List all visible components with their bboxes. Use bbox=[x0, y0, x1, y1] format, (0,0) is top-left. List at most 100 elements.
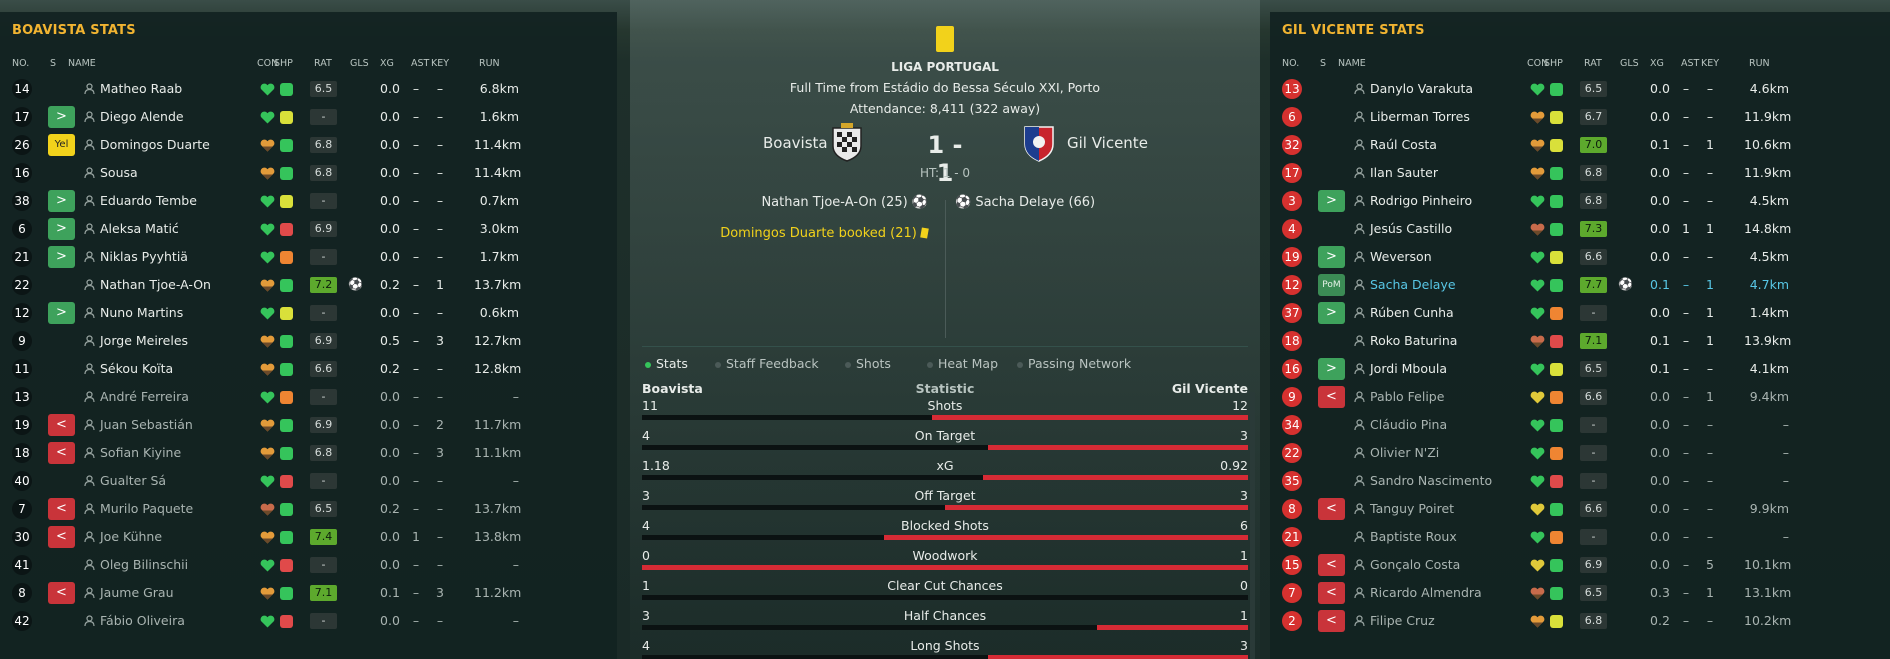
player-name[interactable]: Gonçalo Costa bbox=[1370, 557, 1460, 572]
player-name[interactable]: Fábio Oliveira bbox=[100, 613, 185, 628]
player-name[interactable]: Filipe Cruz bbox=[1370, 613, 1435, 628]
table-row[interactable]: 21 > Niklas Pyyhtiä -0.0– –1.7km bbox=[0, 243, 617, 271]
table-row[interactable]: 41 Oleg Bilinschii -0.0– – – bbox=[0, 551, 617, 579]
column-header[interactable]: SHP bbox=[274, 58, 293, 69]
table-row[interactable]: 9 < Pablo Felipe 6.6 0.0– 1 9.4km bbox=[1270, 383, 1890, 411]
player-name[interactable]: Nuno Martins bbox=[100, 305, 183, 320]
player-name[interactable]: Aleksa Matić bbox=[100, 221, 179, 236]
player-name[interactable]: Jorge Meireles bbox=[100, 333, 188, 348]
tab-passing-network[interactable]: Passing Network bbox=[1017, 356, 1131, 371]
table-row[interactable]: 26 Yel Domingos Duarte 6.8 0.0– –11.4km bbox=[0, 131, 617, 159]
gil-vicente-crest-icon[interactable] bbox=[1022, 122, 1056, 162]
table-row[interactable]: 34 Cláudio Pina -0.0– – – bbox=[1270, 411, 1890, 439]
player-name[interactable]: Rúben Cunha bbox=[1370, 305, 1454, 320]
table-row[interactable]: 2 < Filipe Cruz 6.8 0.2– –10.2km bbox=[1270, 607, 1890, 635]
player-name[interactable]: Eduardo Tembe bbox=[100, 193, 197, 208]
player-name[interactable]: Joe Kühne bbox=[100, 529, 162, 544]
player-name[interactable]: Weverson bbox=[1370, 249, 1432, 264]
player-name[interactable]: Gualter Sá bbox=[100, 473, 166, 488]
table-row[interactable]: 11 Sékou Koïta 6.6 0.2– –12.8km bbox=[0, 355, 617, 383]
table-row[interactable]: 17 Ilan Sauter 6.8 0.0– –11.9km bbox=[1270, 159, 1890, 187]
table-row[interactable]: 18 Roko Baturina 7.1 0.1– 1 13.9km bbox=[1270, 327, 1890, 355]
column-header[interactable]: RUN bbox=[479, 58, 500, 69]
table-row[interactable]: 38 > Eduardo Tembe -0.0– –0.7km bbox=[0, 187, 617, 215]
column-header[interactable]: NO. bbox=[12, 58, 29, 69]
table-row[interactable]: 13 Danylo Varakuta 6.5 0.0– –4.6km bbox=[1270, 75, 1890, 103]
table-row[interactable]: 3 > Rodrigo Pinheiro 6.8 0.0– –4.5km bbox=[1270, 187, 1890, 215]
table-row[interactable]: 6 > Aleksa Matić 6.9 0.0– –3.0km bbox=[0, 215, 617, 243]
column-header[interactable]: KEY bbox=[431, 58, 449, 69]
table-row[interactable]: 16 Sousa 6.8 0.0– –11.4km bbox=[0, 159, 617, 187]
player-name[interactable]: Jordi Mboula bbox=[1370, 361, 1447, 376]
player-name[interactable]: Sousa bbox=[100, 165, 138, 180]
player-name[interactable]: Pablo Felipe bbox=[1370, 389, 1444, 404]
column-header[interactable]: S bbox=[1320, 58, 1326, 69]
table-row[interactable]: 35 Sandro Nascimento -0.0– – – bbox=[1270, 467, 1890, 495]
player-name[interactable]: Juan Sebastián bbox=[100, 417, 193, 432]
column-header[interactable]: KEY bbox=[1701, 58, 1719, 69]
away-goal-scorer[interactable]: Sacha Delaye (66) bbox=[975, 195, 1095, 210]
player-name[interactable]: Ilan Sauter bbox=[1370, 165, 1438, 180]
column-header[interactable]: AST bbox=[411, 58, 429, 69]
tab-shots[interactable]: Shots bbox=[845, 356, 891, 371]
player-name[interactable]: Nathan Tjoe-A-On bbox=[100, 277, 211, 292]
player-name[interactable]: Liberman Torres bbox=[1370, 109, 1470, 124]
table-row[interactable]: 19 < Juan Sebastián 6.9 0.0– 2 11.7km bbox=[0, 411, 617, 439]
column-header[interactable]: SHP bbox=[1544, 58, 1563, 69]
player-name[interactable]: Sandro Nascimento bbox=[1370, 473, 1492, 488]
home-goal-scorer[interactable]: Nathan Tjoe-A-On (25) bbox=[761, 195, 907, 210]
table-row[interactable]: 12 PoM Sacha Delaye 7.7 ⚽ 0.1– 1 4.7km bbox=[1270, 271, 1890, 299]
table-row[interactable]: 8 < Tanguy Poiret 6.6 0.0– –9.9km bbox=[1270, 495, 1890, 523]
player-name[interactable]: Danylo Varakuta bbox=[1370, 81, 1473, 96]
table-row[interactable]: 37 > Rúben Cunha - 0.0– 1 1.4km bbox=[1270, 299, 1890, 327]
player-name[interactable]: Sofian Kiyine bbox=[100, 445, 181, 460]
column-header[interactable]: RAT bbox=[314, 58, 332, 69]
tab-heat-map[interactable]: Heat Map bbox=[927, 356, 998, 371]
column-header[interactable]: S bbox=[50, 58, 56, 69]
player-name[interactable]: Olivier N'Zi bbox=[1370, 445, 1439, 460]
player-name[interactable]: Domingos Duarte bbox=[100, 137, 210, 152]
away-team-name[interactable]: Gil Vicente bbox=[1067, 134, 1148, 152]
table-row[interactable]: 21 Baptiste Roux -0.0– – – bbox=[1270, 523, 1890, 551]
table-row[interactable]: 9 Jorge Meireles 6.9 0.5– 3 12.7km bbox=[0, 327, 617, 355]
table-row[interactable]: 8 < Jaume Grau 7.1 0.1– 3 11.2km bbox=[0, 579, 617, 607]
column-header[interactable]: GLS bbox=[350, 58, 369, 69]
column-header[interactable]: XG bbox=[380, 58, 394, 69]
column-header[interactable]: AST bbox=[1681, 58, 1699, 69]
table-row[interactable]: 18 < Sofian Kiyine 6.8 0.0– 3 11.1km bbox=[0, 439, 617, 467]
player-name[interactable]: Oleg Bilinschii bbox=[100, 557, 188, 572]
player-name[interactable]: Roko Baturina bbox=[1370, 333, 1457, 348]
player-name[interactable]: Ricardo Almendra bbox=[1370, 585, 1482, 600]
player-name[interactable]: Murilo Paquete bbox=[100, 501, 193, 516]
player-name[interactable]: Cláudio Pina bbox=[1370, 417, 1447, 432]
table-row[interactable]: 14 Matheo Raab 6.5 0.0– –6.8km bbox=[0, 75, 617, 103]
column-header[interactable]: NO. bbox=[1282, 58, 1299, 69]
table-row[interactable]: 30 < Joe Kühne 7.4 0.0 1 – 13.8km bbox=[0, 523, 617, 551]
table-row[interactable]: 15 < Gonçalo Costa 6.9 0.0– 5 10.1km bbox=[1270, 551, 1890, 579]
player-name[interactable]: Sékou Koïta bbox=[100, 361, 173, 376]
column-header[interactable]: NAME bbox=[68, 58, 96, 69]
table-row[interactable]: 17 > Diego Alende -0.0– –1.6km bbox=[0, 103, 617, 131]
table-row[interactable]: 22 Nathan Tjoe-A-On 7.2 ⚽ 0.2– 1 13.7km bbox=[0, 271, 617, 299]
table-row[interactable]: 4 Jesús Castillo 7.3 0.0 1 1 14.8km bbox=[1270, 215, 1890, 243]
column-header[interactable]: RUN bbox=[1749, 58, 1770, 69]
player-name[interactable]: Sacha Delaye bbox=[1370, 277, 1456, 292]
booking-text[interactable]: Domingos Duarte booked (21) bbox=[720, 226, 917, 241]
player-name[interactable]: Baptiste Roux bbox=[1370, 529, 1457, 544]
player-name[interactable]: Jaume Grau bbox=[100, 585, 174, 600]
boavista-crest-icon[interactable] bbox=[829, 122, 865, 162]
home-team-name[interactable]: Boavista bbox=[763, 134, 828, 152]
tab-staff-feedback[interactable]: Staff Feedback bbox=[715, 356, 819, 371]
table-row[interactable]: 7 < Ricardo Almendra 6.5 0.3– 1 13.1km bbox=[1270, 579, 1890, 607]
table-row[interactable]: 32 Raúl Costa 7.0 0.1– 1 10.6km bbox=[1270, 131, 1890, 159]
table-row[interactable]: 7 < Murilo Paquete 6.5 0.2– –13.7km bbox=[0, 495, 617, 523]
column-header[interactable]: RAT bbox=[1584, 58, 1602, 69]
table-row[interactable]: 12 > Nuno Martins -0.0– –0.6km bbox=[0, 299, 617, 327]
column-header[interactable]: GLS bbox=[1620, 58, 1639, 69]
player-name[interactable]: Niklas Pyyhtiä bbox=[100, 249, 188, 264]
table-row[interactable]: 19 > Weverson 6.6 0.0– –4.5km bbox=[1270, 243, 1890, 271]
player-name[interactable]: Diego Alende bbox=[100, 109, 184, 124]
player-name[interactable]: André Ferreira bbox=[100, 389, 189, 404]
scrollbar[interactable] bbox=[1250, 392, 1255, 659]
player-name[interactable]: Jesús Castillo bbox=[1370, 221, 1452, 236]
